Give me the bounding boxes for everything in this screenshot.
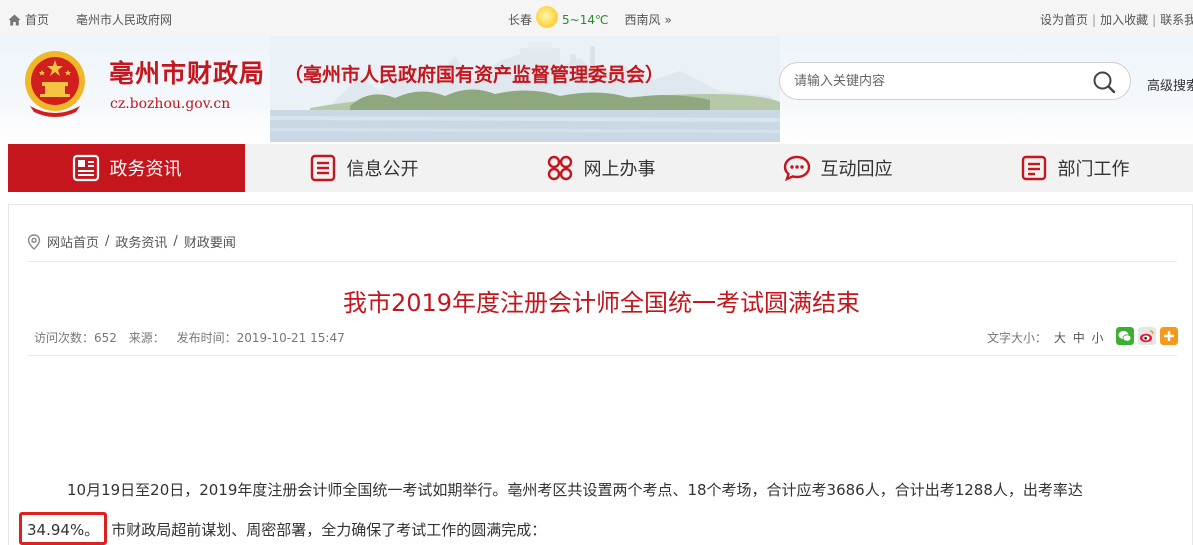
list-icon [310,154,335,182]
nav-label: 信息公开 [346,159,419,180]
font-size-large[interactable]: 大 [1054,331,1066,345]
weather-wind: 西南风 [624,13,661,27]
article-paragraph-continued: 34.94%。 市财政局超前谋划、周密部署，全力确保了考试工作的圆满完成： [19,512,547,545]
weather-widget: 长春 5~14℃ 西南风 » [508,5,672,28]
breadcrumb-finance-news[interactable]: 财政要闻 [184,232,236,251]
search-icon[interactable] [1092,70,1116,94]
divider: | [1152,13,1157,27]
weather-city: 长春 [508,13,533,27]
set-home-link[interactable]: 设为首页 [1040,13,1088,27]
visit-count: 访问次数：652 [34,331,117,345]
grid-icon [547,155,572,181]
home-link[interactable]: 首页 [8,11,49,28]
national-emblem-logo [25,51,85,117]
article-title: 我市2019年度注册会计师全国统一考试圆满结束 [342,289,861,317]
weather-temp: 5~14℃ [562,12,609,27]
document-icon [1021,155,1046,181]
advanced-search-link[interactable]: 高级搜索 [1147,75,1193,94]
nav-item-news[interactable]: 政务资讯 [8,144,245,192]
sunny-icon [536,5,559,28]
wechat-share-icon[interactable] [1116,327,1134,345]
breadcrumb-home[interactable]: 网站首页 [47,232,99,251]
cityscape-banner-image [270,36,780,142]
breadcrumb: 网站首页 / 政务资讯 / 财政要闻 [27,232,236,251]
weather-more-icon[interactable]: » [664,13,671,27]
breadcrumb-separator: / [105,234,110,249]
contact-link[interactable]: 联系我 [1160,13,1193,27]
publish-time: 发布时间：2019-10-21 15:47 [176,331,345,345]
nav-label: 政务资讯 [109,159,182,180]
article-paragraph: 10月19日至20日，2019年度注册会计师全国统一考试如期举行。亳州考区共设置… [67,481,1083,499]
more-share-icon[interactable] [1160,327,1178,345]
site-domain: cz.bozhou.gov.cn [110,96,231,112]
nav-item-department-work[interactable]: 部门工作 [956,144,1193,192]
chat-icon [783,155,810,182]
article-container: 网站首页 / 政务资讯 / 财政要闻 我市2019年度注册会计师全国统一考试圆满… [8,204,1193,545]
site-subtitle: （亳州市人民政府国有资产监督管理委员会） [284,64,665,86]
site-title: 亳州市财政局 [109,59,266,88]
nav-item-interaction[interactable]: 互动回应 [719,144,956,192]
breadcrumb-separator: / [173,234,178,249]
article-source: 来源： [128,331,165,345]
divider: | [1092,13,1097,27]
nav-label: 网上办事 [583,159,656,180]
divider [27,355,1177,356]
nav-label: 互动回应 [820,159,893,180]
divider [27,261,1177,262]
top-right-links: 设为首页 | 加入收藏 | 联系我 [1040,11,1193,28]
site-header: 亳州市财政局 （亳州市人民政府国有资产监督管理委员会） cz.bozhou.go… [0,36,1193,142]
pass-rate-highlight: 34.94%。 [19,512,108,545]
location-pin-icon [27,233,41,250]
search-box [779,62,1131,100]
weibo-share-icon[interactable] [1138,327,1156,345]
nav-item-info-disclosure[interactable]: 信息公开 [245,144,482,192]
article-meta: 访问次数：652 来源： 发布时间：2019-10-21 15:47 [34,329,353,346]
add-favorite-link[interactable]: 加入收藏 [1100,13,1148,27]
share-buttons [1116,327,1178,345]
gov-site-link[interactable]: 亳州市人民政府网 [76,11,172,28]
home-icon [8,14,21,25]
news-icon [72,154,99,182]
font-size-control: 文字大小： 大 中 小 [987,329,1104,346]
nav-label: 部门工作 [1057,159,1130,180]
font-size-small[interactable]: 小 [1092,331,1104,345]
font-size-medium[interactable]: 中 [1073,331,1085,345]
article-paragraph-rest: 市财政局超前谋划、周密部署，全力确保了考试工作的圆满完成： [111,521,547,539]
home-label: 首页 [25,13,50,27]
search-input[interactable] [794,73,1074,88]
nav-item-online-service[interactable]: 网上办事 [482,144,719,192]
main-nav: 政务资讯 信息公开 网上办事 互动回应 部门工作 [8,144,1193,192]
breadcrumb-news[interactable]: 政务资讯 [115,232,167,251]
font-size-label: 文字大小： [987,331,1048,345]
top-bar: 首页 亳州市人民政府网 长春 5~14℃ 西南风 » 设为首页 | 加入收藏 | 联系我 [0,0,1193,36]
